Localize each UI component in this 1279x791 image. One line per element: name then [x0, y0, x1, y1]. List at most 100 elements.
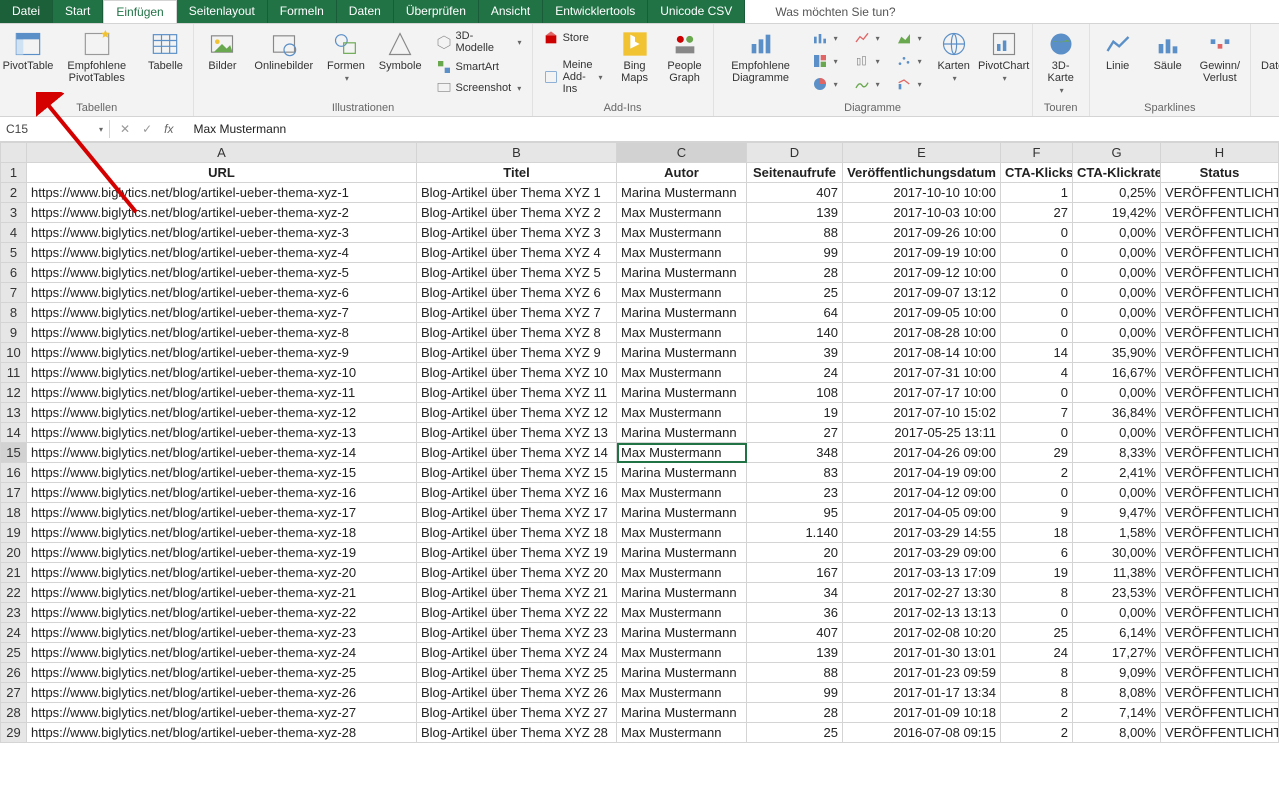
cell[interactable]: 36 — [747, 603, 843, 623]
cell[interactable]: 99 — [747, 243, 843, 263]
spreadsheet-grid[interactable]: ABCDEFGH 1URLTitelAutorSeitenaufrufeVerö… — [0, 142, 1279, 743]
cell[interactable]: 348 — [747, 443, 843, 463]
cell[interactable]: Marina Mustermann — [617, 663, 747, 683]
row-header[interactable]: 25 — [1, 643, 27, 663]
cell[interactable]: 407 — [747, 183, 843, 203]
cell[interactable]: 7,14% — [1073, 703, 1161, 723]
cell[interactable]: VERÖFFENTLICHT — [1161, 363, 1279, 383]
cell[interactable]: Marina Mustermann — [617, 583, 747, 603]
cell[interactable]: 0 — [1001, 323, 1073, 343]
cell[interactable]: 9,47% — [1073, 503, 1161, 523]
cell[interactable]: 2 — [1001, 723, 1073, 743]
cell[interactable]: 0 — [1001, 223, 1073, 243]
row-header[interactable]: 14 — [1, 423, 27, 443]
row-header[interactable]: 18 — [1, 503, 27, 523]
row-header[interactable]: 17 — [1, 483, 27, 503]
cell[interactable]: Marina Mustermann — [617, 543, 747, 563]
cell[interactable]: 139 — [747, 643, 843, 663]
cell[interactable]: 2017-04-05 09:00 — [843, 503, 1001, 523]
cell[interactable]: Max Mustermann — [617, 683, 747, 703]
cell[interactable]: 25 — [1001, 623, 1073, 643]
cell[interactable]: VERÖFFENTLICHT — [1161, 283, 1279, 303]
cell[interactable]: Max Mustermann — [617, 723, 747, 743]
row-header[interactable]: 21 — [1, 563, 27, 583]
cell[interactable]: 108 — [747, 383, 843, 403]
menu-tab-einfügen[interactable]: Einfügen — [103, 0, 176, 23]
cell[interactable]: 8 — [1001, 683, 1073, 703]
cell[interactable]: 2017-04-19 09:00 — [843, 463, 1001, 483]
bing-maps-button[interactable]: Bing Maps — [613, 28, 657, 86]
cell[interactable]: https://www.biglytics.net/blog/artikel-u… — [27, 643, 417, 663]
cell[interactable]: 2017-02-13 13:13 — [843, 603, 1001, 623]
row-header[interactable]: 1 — [1, 163, 27, 183]
cell[interactable]: 1.140 — [747, 523, 843, 543]
col-header-G[interactable]: G — [1073, 143, 1161, 163]
cell[interactable]: 0,00% — [1073, 483, 1161, 503]
cell[interactable]: 8,33% — [1073, 443, 1161, 463]
cell[interactable]: 2017-09-26 10:00 — [843, 223, 1001, 243]
cell[interactable]: Max Mustermann — [617, 203, 747, 223]
row-header[interactable]: 26 — [1, 663, 27, 683]
cell[interactable]: VERÖFFENTLICHT — [1161, 503, 1279, 523]
col-header-A[interactable]: A — [27, 143, 417, 163]
cell[interactable]: 2017-05-25 13:11 — [843, 423, 1001, 443]
cell[interactable]: 2017-03-29 09:00 — [843, 543, 1001, 563]
cell[interactable]: 9 — [1001, 503, 1073, 523]
cell[interactable]: Max Mustermann — [617, 603, 747, 623]
row-header[interactable]: 10 — [1, 343, 27, 363]
cell[interactable]: Blog-Artikel über Thema XYZ 10 — [417, 363, 617, 383]
cell[interactable]: 2017-10-10 10:00 — [843, 183, 1001, 203]
cell[interactable]: 24 — [1001, 643, 1073, 663]
cell[interactable]: Blog-Artikel über Thema XYZ 17 — [417, 503, 617, 523]
cell[interactable]: Blog-Artikel über Thema XYZ 8 — [417, 323, 617, 343]
cell[interactable]: VERÖFFENTLICHT — [1161, 683, 1279, 703]
cell[interactable]: VERÖFFENTLICHT — [1161, 703, 1279, 723]
shapes-button[interactable]: Formen▾ — [323, 28, 369, 85]
cell[interactable]: 0 — [1001, 243, 1073, 263]
cell[interactable]: 6,14% — [1073, 623, 1161, 643]
cell[interactable]: 0,00% — [1073, 323, 1161, 343]
cell[interactable]: Max Mustermann — [617, 483, 747, 503]
cell[interactable]: https://www.biglytics.net/blog/artikel-u… — [27, 203, 417, 223]
cell[interactable]: 19,42% — [1073, 203, 1161, 223]
cell[interactable]: VERÖFFENTLICHT — [1161, 303, 1279, 323]
pivottable-button[interactable]: PivotTable — [6, 28, 50, 74]
chart-type-surface-button[interactable]: ▾ — [850, 74, 884, 94]
cell[interactable]: 19 — [1001, 563, 1073, 583]
cell[interactable]: Blog-Artikel über Thema XYZ 27 — [417, 703, 617, 723]
cell[interactable]: 11,38% — [1073, 563, 1161, 583]
cell[interactable]: 2 — [1001, 703, 1073, 723]
cell[interactable]: 8,08% — [1073, 683, 1161, 703]
row-header[interactable]: 3 — [1, 203, 27, 223]
cell[interactable]: Marina Mustermann — [617, 263, 747, 283]
sparkline-column-button[interactable]: Säule — [1146, 28, 1190, 74]
cell[interactable]: 0 — [1001, 383, 1073, 403]
cell[interactable]: 0,00% — [1073, 423, 1161, 443]
cell[interactable]: VERÖFFENTLICHT — [1161, 403, 1279, 423]
col-header-F[interactable]: F — [1001, 143, 1073, 163]
row-header[interactable]: 4 — [1, 223, 27, 243]
cell[interactable]: 27 — [1001, 203, 1073, 223]
chart-type-pie-button[interactable]: ▾ — [808, 74, 842, 94]
cell[interactable]: https://www.biglytics.net/blog/artikel-u… — [27, 523, 417, 543]
cell[interactable]: 0,25% — [1073, 183, 1161, 203]
cell[interactable]: Marina Mustermann — [617, 503, 747, 523]
cell[interactable]: VERÖFFENTLICHT — [1161, 603, 1279, 623]
pictures-button[interactable]: Bilder — [200, 28, 244, 74]
cell[interactable]: 20 — [747, 543, 843, 563]
cell[interactable]: https://www.biglytics.net/blog/artikel-u… — [27, 543, 417, 563]
cell[interactable]: 0 — [1001, 483, 1073, 503]
row-header[interactable]: 5 — [1, 243, 27, 263]
cell[interactable]: VERÖFFENTLICHT — [1161, 383, 1279, 403]
cell[interactable]: 2017-08-14 10:00 — [843, 343, 1001, 363]
cell[interactable]: 2016-07-08 09:15 — [843, 723, 1001, 743]
cell[interactable]: Max Mustermann — [617, 643, 747, 663]
row-header[interactable]: 19 — [1, 523, 27, 543]
menu-tab-entwicklertools[interactable]: Entwicklertools — [543, 0, 648, 23]
cell[interactable]: 139 — [747, 203, 843, 223]
smartart-button[interactable]: SmartArt — [432, 57, 526, 77]
header-cell[interactable]: URL — [27, 163, 417, 183]
header-cell[interactable]: Titel — [417, 163, 617, 183]
cell[interactable]: Blog-Artikel über Thema XYZ 4 — [417, 243, 617, 263]
cell[interactable]: VERÖFFENTLICHT — [1161, 463, 1279, 483]
